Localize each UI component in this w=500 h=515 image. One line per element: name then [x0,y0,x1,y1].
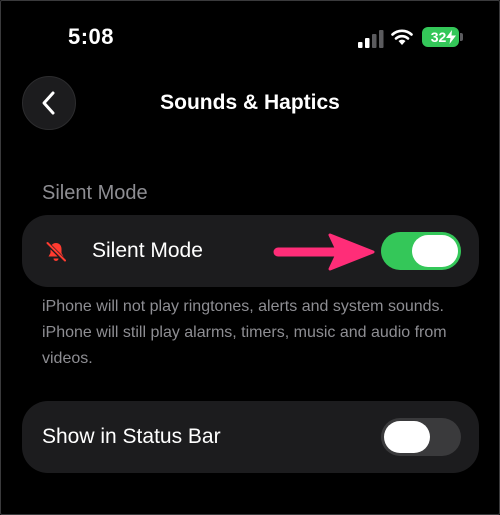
section-header-silent-mode: Silent Mode [42,182,148,204]
wifi-icon [391,29,413,45]
bell-slash-icon [45,241,67,263]
silent-mode-footer: iPhone will not play ringtones, alerts a… [42,298,447,367]
silent-mode-label: Silent Mode [92,239,203,262]
battery-level: 32 [430,29,447,45]
show-in-status-bar-row[interactable]: Show in Status Bar [22,401,479,473]
charging-bolt-icon [446,30,456,44]
show-in-status-bar-label: Show in Status Bar [42,425,221,448]
page-title: Sounds & Haptics [160,91,340,114]
silent-mode-toggle[interactable] [381,232,461,270]
pointer-arrow-icon [273,233,375,271]
show-in-status-bar-toggle[interactable] [381,418,461,456]
toggle-knob [412,235,458,267]
cellular-signal-icon [358,30,384,48]
toggle-knob [384,421,430,453]
battery-cap [460,33,463,41]
silent-mode-row[interactable]: Silent Mode [22,215,479,287]
status-time: 5:08 [68,24,115,49]
